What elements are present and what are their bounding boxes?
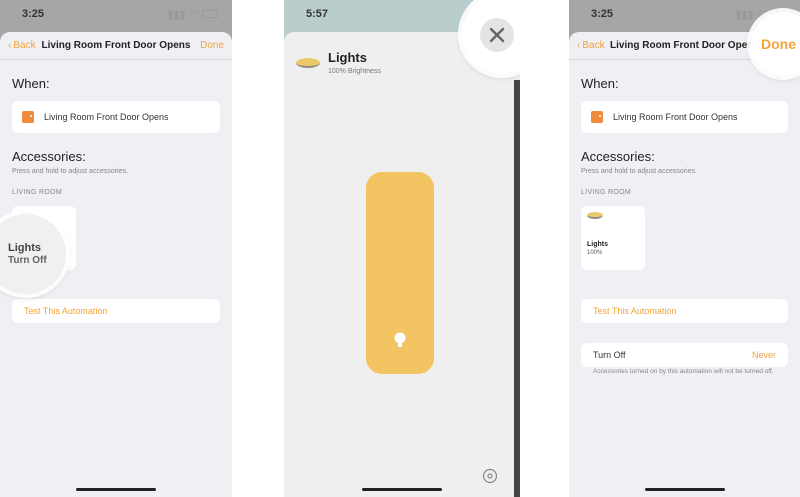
door-sensor-icon bbox=[22, 111, 34, 123]
trigger-label: Living Room Front Door Opens bbox=[613, 112, 738, 122]
status-bar: 3:25 ▮▮▮ ◠ bbox=[0, 0, 232, 28]
left-phone-screen: 3:25 ▮▮▮ ◠ ‹ Back Living Room Front Door… bbox=[0, 0, 232, 497]
when-heading: When: bbox=[581, 76, 619, 91]
done-button[interactable]: Done bbox=[200, 40, 224, 51]
turn-off-footnote: Accessories turned on by this automation… bbox=[593, 368, 774, 375]
tile-state: 100% bbox=[587, 250, 603, 256]
tile-name: Lights bbox=[587, 241, 608, 248]
room-label: LIVING ROOM bbox=[581, 189, 631, 196]
nav-bar: ‹ Back Living Room Front Door Opens Done bbox=[0, 32, 232, 60]
test-automation-label: Test This Automation bbox=[24, 306, 108, 316]
room-label: LIVING ROOM bbox=[12, 189, 62, 196]
light-detail-card: Lights 100% Brightness bbox=[284, 32, 520, 497]
turn-off-row[interactable]: Turn Off Never bbox=[581, 343, 788, 367]
close-icon bbox=[489, 27, 505, 43]
test-automation-label: Test This Automation bbox=[593, 306, 677, 316]
middle-phone-screen: 5:57 Lights 100% Brightness bbox=[284, 0, 520, 497]
test-automation-button[interactable]: Test This Automation bbox=[12, 299, 220, 323]
bulb-icon bbox=[394, 332, 406, 347]
accessories-hint: Press and hold to adjust accessories. bbox=[12, 168, 128, 175]
trigger-label: Living Room Front Door Opens bbox=[44, 112, 169, 122]
accessory-subtitle: 100% Brightness bbox=[328, 68, 381, 75]
home-indicator bbox=[644, 488, 725, 491]
trigger-row[interactable]: Living Room Front Door Opens bbox=[581, 101, 788, 133]
when-heading: When: bbox=[12, 76, 50, 91]
magnified-tile-name: Lights bbox=[8, 242, 41, 254]
accessories-heading: Accessories: bbox=[12, 149, 86, 164]
ceiling-light-icon bbox=[296, 58, 320, 68]
home-indicator bbox=[362, 488, 442, 491]
accessory-title: Lights bbox=[328, 50, 367, 65]
wifi-icon: ◠ bbox=[189, 8, 198, 21]
status-icons: ▮▮▮ ◠ bbox=[167, 8, 218, 21]
signal-icon: ▮▮▮ bbox=[735, 8, 754, 21]
accessories-heading: Accessories: bbox=[581, 149, 655, 164]
dark-edge bbox=[514, 80, 520, 497]
ceiling-light-icon bbox=[587, 212, 603, 219]
lights-tile[interactable]: Lights 100% bbox=[581, 206, 645, 270]
settings-gear-icon[interactable] bbox=[482, 468, 498, 484]
magnified-tile-state: Turn Off bbox=[8, 255, 47, 266]
nav-title: Living Room Front Door Opens bbox=[41, 40, 191, 51]
right-phone-screen: 3:25 ▮▮▮ ◠ ‹ Back Living Room Front Door… bbox=[569, 0, 800, 497]
status-time: 3:25 bbox=[591, 8, 614, 20]
close-circle bbox=[480, 18, 514, 52]
signal-icon: ▮▮▮ bbox=[167, 8, 186, 21]
status-time: 3:25 bbox=[22, 8, 45, 20]
turn-off-label: Turn Off bbox=[593, 350, 626, 360]
battery-icon bbox=[202, 10, 218, 18]
done-button[interactable]: Done bbox=[761, 36, 796, 52]
brightness-slider[interactable] bbox=[366, 172, 434, 374]
door-sensor-icon bbox=[591, 111, 603, 123]
automation-sheet: ‹ Back Living Room Front Door Opens When… bbox=[569, 32, 800, 497]
test-automation-button[interactable]: Test This Automation bbox=[581, 299, 788, 323]
turn-off-value: Never bbox=[751, 350, 776, 360]
accessories-hint: Press and hold to adjust accessories. bbox=[581, 168, 697, 175]
home-indicator bbox=[76, 488, 156, 491]
trigger-row[interactable]: Living Room Front Door Opens bbox=[12, 101, 220, 133]
